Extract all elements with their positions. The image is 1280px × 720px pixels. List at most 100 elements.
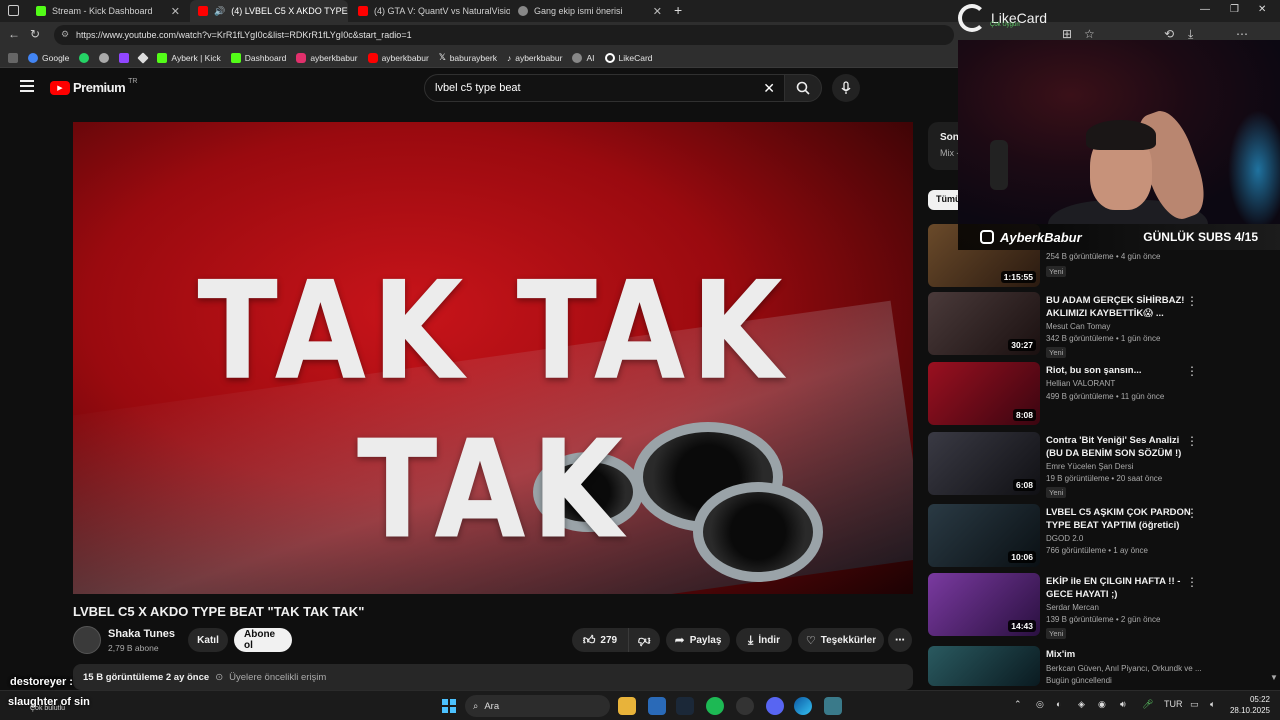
dislike-button[interactable]: 👍︎ bbox=[628, 628, 660, 652]
notepad-icon[interactable] bbox=[824, 697, 842, 715]
video-thumbnail[interactable]: 10:06 bbox=[928, 504, 1040, 567]
search-input[interactable]: lvbel c5 type beat ✕ bbox=[424, 74, 786, 102]
volume-icon[interactable]: 🔊︎ bbox=[1120, 699, 1126, 710]
likecard-subtext: Çok Uygun bbox=[990, 22, 1020, 28]
bookmark-whatsapp[interactable] bbox=[79, 52, 90, 63]
menu-icon[interactable] bbox=[20, 80, 34, 92]
voice-search-button[interactable] bbox=[832, 74, 860, 102]
url-field[interactable]: ⚙ https://www.youtube.com/watch?v=KrR1fL… bbox=[54, 25, 954, 45]
youtube-icon bbox=[367, 52, 378, 63]
search-button[interactable] bbox=[784, 74, 822, 102]
more-options-icon[interactable]: ⋮ bbox=[1186, 506, 1198, 520]
recommendation-item[interactable]: 6:08 Contra 'Bit Yeniği' Ses Analizi (BU… bbox=[928, 432, 1278, 498]
minimize-button[interactable]: — bbox=[1200, 4, 1210, 15]
steam-icon[interactable] bbox=[676, 697, 694, 715]
more-options-icon[interactable]: ⋮ bbox=[1186, 575, 1198, 589]
clock[interactable]: 05:22 28.10.2025 bbox=[1230, 694, 1270, 716]
bookmark-google[interactable]: Google bbox=[28, 52, 69, 63]
video-title: Mix'im bbox=[1046, 649, 1076, 660]
video-thumbnail[interactable]: 30:27 bbox=[928, 292, 1040, 355]
bookmark-youtube[interactable]: ayberkbabur bbox=[367, 52, 429, 63]
like-button[interactable]: 👍︎ 279 bbox=[572, 628, 628, 652]
tab-youtube-gta[interactable]: (4) GTA V: QuantV vs NaturalVisio ✕ bbox=[350, 0, 510, 22]
more-actions-button[interactable]: ⋯ bbox=[888, 628, 912, 652]
tray-app-icon[interactable]: ◎ bbox=[1036, 699, 1044, 710]
more-icon[interactable]: ⋯ bbox=[1236, 27, 1248, 41]
thanks-button[interactable]: ♡ Teşekkürler bbox=[798, 628, 884, 652]
search-icon: ⌕ bbox=[473, 700, 479, 712]
sound-icon[interactable]: 🔈︎ bbox=[1210, 699, 1215, 710]
instagram-icon bbox=[296, 52, 307, 63]
mic-icon[interactable]: 🎤︎ bbox=[1142, 699, 1153, 710]
edge-icon[interactable] bbox=[794, 697, 812, 715]
description-box[interactable]: 15 B görüntüleme 2 ay önce ⊙ Üyelere önc… bbox=[73, 664, 913, 690]
recommendation-item[interactable]: 8:08 Riot, bu son şansın... Hellian VALO… bbox=[928, 362, 1278, 428]
reload-icon[interactable]: ↻ bbox=[30, 27, 40, 41]
video-title: LVBEL C5 X AKDO TYPE BEAT "TAK TAK TAK" bbox=[73, 604, 365, 619]
bookmark-ayberk-kick[interactable]: Ayberk | Kick bbox=[157, 52, 221, 63]
obs-icon[interactable] bbox=[736, 697, 754, 715]
spotify-icon[interactable] bbox=[706, 697, 724, 715]
store-icon[interactable] bbox=[648, 697, 666, 715]
language-indicator[interactable]: TUR bbox=[1164, 699, 1183, 709]
file-explorer-icon[interactable] bbox=[618, 697, 636, 715]
join-button[interactable]: Katıl bbox=[188, 628, 228, 652]
recommendation-item[interactable]: 10:06 LVBEL C5 AŞKIM ÇOK PARDON TYPE BEA… bbox=[928, 504, 1278, 570]
tab-actions-icon[interactable] bbox=[8, 5, 19, 16]
bookmark-tiktok[interactable]: ♪ ayberkbabur bbox=[507, 53, 563, 63]
new-tab-button[interactable]: + bbox=[674, 2, 682, 18]
speaker-icon[interactable]: 🔊 bbox=[214, 6, 225, 17]
video-thumbnail[interactable]: 8:08 bbox=[928, 362, 1040, 425]
ai-icon bbox=[572, 52, 583, 63]
network-icon[interactable]: ▭ bbox=[1190, 699, 1199, 710]
video-title: Riot, bu son şansın... bbox=[1046, 365, 1142, 376]
video-thumbnail[interactable]: 14:43 bbox=[928, 573, 1040, 636]
video-player[interactable]: TAK TAK TAK bbox=[73, 122, 913, 594]
bookmark-dashboard[interactable]: Dashboard bbox=[230, 52, 286, 63]
more-options-icon[interactable]: ⋮ bbox=[1186, 294, 1198, 308]
tray-app-icon[interactable]: ◐ bbox=[1056, 699, 1061, 709]
youtube-logo[interactable]: ▶ Premium TR bbox=[50, 78, 137, 95]
clear-search-icon[interactable]: ✕ bbox=[763, 80, 775, 97]
steam-tray-icon[interactable]: ◉ bbox=[1098, 699, 1106, 710]
bookmark-instagram[interactable]: ayberkbabur bbox=[296, 52, 358, 63]
share-button[interactable]: ➦ Paylaş bbox=[666, 628, 730, 652]
recommendation-item[interactable]: 14:43 EKİP ile EN ÇILGIN HAFTA !! - GECE… bbox=[928, 573, 1278, 639]
bookmark-x[interactable]: 𝕏baburayberk bbox=[439, 52, 497, 63]
logo-text: Premium bbox=[73, 80, 126, 95]
bookmark-twitch[interactable] bbox=[119, 52, 130, 63]
tab-youtube-lvbel[interactable]: 🔊 (4) LVBEL C5 X AKDO TYPE B ✕ bbox=[190, 0, 348, 22]
recommendation-item[interactable]: 30:27 BU ADAM GERÇEK SİHİRBAZ! AKLIMIZI … bbox=[928, 292, 1278, 358]
tab-gang-ekip[interactable]: Gang ekip ismi önerisi ✕ bbox=[510, 0, 670, 22]
site-info-icon[interactable]: ⚙ bbox=[61, 29, 69, 40]
windows-start-icon[interactable] bbox=[440, 697, 458, 715]
channel-avatar[interactable] bbox=[73, 626, 101, 654]
history-icon[interactable]: ⟲ bbox=[1164, 27, 1174, 41]
more-options-icon[interactable]: ⋮ bbox=[1186, 434, 1198, 448]
bookmark-likecard[interactable]: LikeCard bbox=[604, 52, 653, 63]
video-thumbnail[interactable] bbox=[928, 646, 1040, 686]
bookmark-ai[interactable]: AI bbox=[572, 52, 595, 63]
video-thumbnail[interactable]: 6:08 bbox=[928, 432, 1040, 495]
scroll-down-icon[interactable]: ▼ bbox=[1270, 673, 1278, 682]
close-icon[interactable]: ✕ bbox=[171, 5, 180, 18]
close-window-button[interactable]: ✕ bbox=[1258, 4, 1266, 15]
tray-overflow-icon[interactable]: ⌃ bbox=[1014, 699, 1022, 710]
more-options-icon[interactable]: ⋮ bbox=[1186, 364, 1198, 378]
download-button[interactable]: ⤓ İndir bbox=[736, 628, 792, 652]
maximize-button[interactable]: ❐ bbox=[1230, 4, 1239, 15]
tray-app-icon[interactable]: ◈ bbox=[1078, 699, 1085, 710]
tab-kick-dashboard[interactable]: Stream - Kick Dashboard ✕ bbox=[28, 0, 188, 22]
bookmark-diamond[interactable] bbox=[137, 51, 150, 64]
close-icon[interactable]: ✕ bbox=[653, 5, 662, 18]
taskbar-search[interactable]: ⌕ Ara bbox=[465, 695, 610, 717]
recommendation-item[interactable]: Mix'im Berkcan Güven, Anıl Piyancı, Orku… bbox=[928, 646, 1278, 686]
bookmark-apps[interactable] bbox=[8, 52, 18, 63]
back-icon[interactable]: ← bbox=[8, 27, 20, 41]
subscribe-button[interactable]: Abone ol bbox=[234, 628, 292, 652]
bookmark-chatgpt[interactable] bbox=[99, 52, 110, 63]
channel-name[interactable]: Shaka Tunes bbox=[108, 628, 175, 640]
discord-icon[interactable] bbox=[766, 697, 784, 715]
favorite-icon[interactable]: ☆ bbox=[1084, 27, 1095, 41]
app-icon[interactable]: ⊞ bbox=[1062, 27, 1072, 41]
